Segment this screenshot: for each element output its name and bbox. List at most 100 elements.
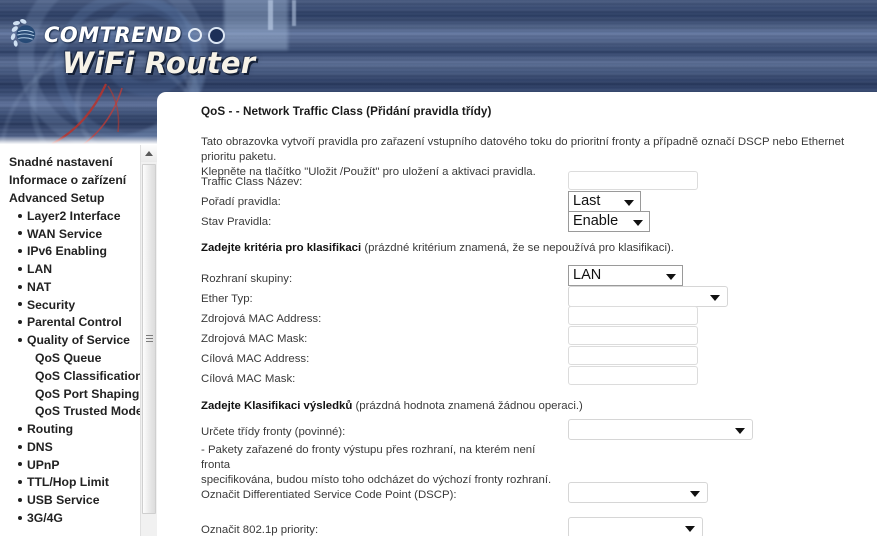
ether-type-select[interactable] [568, 286, 728, 307]
logo-circle-icon [188, 28, 203, 42]
label-dscp-mark: Označit Differentiated Service Code Poin… [201, 489, 457, 501]
sidebar-item-label: Layer2 Interface [27, 208, 121, 223]
sidebar-item-label: Snadné nastavení [9, 155, 113, 170]
sidebar-item-informace-o-za-zen[interactable]: Informace o zařízení [9, 172, 140, 190]
sidebar-item-security[interactable]: Security [9, 296, 140, 314]
sidebar-item-label: QoS Trusted Mode [35, 404, 143, 419]
rule-order-select[interactable]: Last [568, 191, 641, 212]
label-source-mac-mask: Zdrojová MAC Mask: [201, 333, 308, 345]
sidebar-item-label: WAN Service [27, 226, 103, 241]
brand-name: COMTREND [44, 23, 183, 47]
navigation-sidebar: Snadné nastavení Informace o zařízení Adva… [0, 145, 157, 536]
dscp-mark-select[interactable] [568, 482, 708, 503]
rule-status-value: Enable [573, 213, 619, 229]
bullet-icon [18, 284, 22, 289]
sidebar-item-advanced-setup[interactable]: Advanced Setup [9, 190, 140, 208]
label-rule-status: Stav Pravidla: [201, 216, 272, 228]
label-interface-group: Rozhraní skupiny: [201, 273, 293, 285]
sidebar-item-qos-queue[interactable]: QoS Queue [9, 350, 140, 368]
sidebar-menu: Snadné nastavení Informace o zařízení Adva… [0, 145, 143, 528]
sidebar-item-label: LAN [27, 262, 53, 277]
label-rule-order: Pořadí pravidla: [201, 196, 281, 208]
sidebar-item-wan-service[interactable]: WAN Service [9, 225, 140, 243]
scroll-up-arrow-icon [145, 151, 153, 156]
rule-status-select[interactable]: Enable [568, 211, 650, 232]
sidebar-item-routing[interactable]: Routing [9, 421, 140, 439]
sidebar-item-layer2-interface[interactable]: Layer2 Interface [9, 207, 140, 225]
sidebar-item-usb-service[interactable]: USB Service [9, 492, 140, 510]
bullet-icon [18, 498, 22, 503]
sidebar-scrollbar[interactable] [140, 145, 157, 536]
sidebar-item-label: 3G/4G [27, 511, 63, 526]
sidebar-item-ipv6-enabling[interactable]: IPv6 Enabling [9, 243, 140, 261]
product-title: WiFi Router [62, 46, 256, 80]
sidebar-item-label: IPv6 Enabling [27, 244, 107, 259]
priority-8021p-select[interactable] [568, 517, 703, 536]
source-mac-mask-input[interactable] [568, 326, 698, 345]
scrollbar-thumb[interactable] [142, 164, 156, 514]
bullet-icon [18, 462, 22, 467]
queue-note-line-2: specifikována, budou místo toho odcházet… [201, 474, 552, 486]
dest-mac-mask-input[interactable] [568, 366, 698, 385]
chevron-down-icon [690, 490, 700, 497]
logo-dot-icon [208, 26, 226, 44]
label-8021p-priority: Označit 802.1p priority: [201, 524, 319, 536]
sidebar-item-label: TTL/Hop Limit [27, 475, 109, 490]
dest-mac-address-input[interactable] [568, 346, 698, 365]
label-queue-class: Určete třídy fronty (povinné): [201, 426, 346, 438]
rule-order-value: Last [573, 193, 601, 209]
bullet-icon [18, 480, 22, 485]
sidebar-item-quality-of-service[interactable]: Quality of Service [9, 332, 140, 350]
banner-block-decoration [224, 0, 288, 50]
source-mac-address-input[interactable] [568, 306, 698, 325]
bullet-icon [18, 320, 22, 325]
sidebar-item-ttl-hop-limit[interactable]: TTL/Hop Limit [9, 474, 140, 492]
page-description: Tato obrazovka vytvoří pravidla pro zařa… [201, 135, 873, 180]
banner-bar-decoration [268, 0, 273, 30]
sidebar-item-upnp[interactable]: UPnP [9, 456, 140, 474]
scroll-up-button[interactable] [141, 145, 157, 162]
sidebar-item-parental-control[interactable]: Parental Control [9, 314, 140, 332]
chevron-down-icon [710, 294, 720, 301]
sidebar-item-snadn-nastaven[interactable]: Snadné nastavení [9, 154, 140, 172]
sidebar-item-label: QoS Port Shaping [35, 386, 140, 401]
label-dest-mac-mask: Cílová MAC Mask: [201, 373, 296, 385]
interface-group-value: LAN [573, 267, 602, 283]
label-traffic-class-name: Traffic Class Název: [201, 176, 303, 188]
sidebar-item-lan[interactable]: LAN [9, 261, 140, 279]
label-ether-type: Ether Typ: [201, 293, 253, 305]
sidebar-item-3g-4g[interactable]: 3G/4G [9, 510, 140, 528]
sidebar-item-nat[interactable]: NAT [9, 278, 140, 296]
chevron-down-icon [685, 525, 695, 532]
sidebar-item-label: UPnP [27, 457, 60, 472]
sidebar-item-qos-port-shaping[interactable]: QoS Port Shaping [9, 385, 140, 403]
bullet-icon [18, 426, 22, 431]
sidebar-item-label: Routing [27, 422, 74, 437]
sidebar-item-label: Quality of Service [27, 333, 130, 348]
criteria-section-heading: Zadejte kritéria pro klasifikaci (prázdn… [201, 242, 674, 254]
criteria-section-heading-bold: Zadejte kritéria pro klasifikaci [201, 242, 362, 254]
interface-group-select[interactable]: LAN [568, 265, 683, 286]
sidebar-item-label: Informace o zařízení [9, 173, 127, 188]
main-content-panel: QoS - - Network Traffic Class (Přidání p… [157, 92, 877, 536]
chevron-down-icon [735, 427, 745, 434]
label-dest-mac-address: Cílová MAC Address: [201, 353, 310, 365]
bullet-icon [18, 249, 22, 254]
queue-note-line-1: - Pakety zařazené do fronty výstupu přes… [201, 444, 536, 471]
bullet-icon [18, 231, 22, 236]
results-section-heading: Zadejte Klasifikaci výsledků (prázdná ho… [201, 400, 583, 412]
sidebar-item-qos-trusted-mode[interactable]: QoS Trusted Mode [9, 403, 143, 421]
sidebar-item-qos-classification[interactable]: QoS Classification [9, 367, 143, 385]
sidebar-item-dns[interactable]: DNS [9, 439, 140, 457]
results-section-heading-bold: Zadejte Klasifikaci výsledků [201, 400, 353, 412]
bullet-icon [18, 337, 22, 342]
traffic-class-name-input[interactable] [568, 171, 698, 190]
results-section-heading-note: (prázdná hodnota znamená žádnou operaci.… [352, 400, 583, 412]
sidebar-item-label: USB Service [27, 493, 100, 508]
bullet-icon [18, 213, 22, 218]
scrollbar-grip-icon [146, 335, 153, 343]
sidebar-item-label: QoS Queue [35, 350, 102, 365]
queue-class-select[interactable] [568, 419, 753, 440]
bullet-icon [18, 515, 22, 520]
banner-bar-decoration [292, 0, 296, 26]
